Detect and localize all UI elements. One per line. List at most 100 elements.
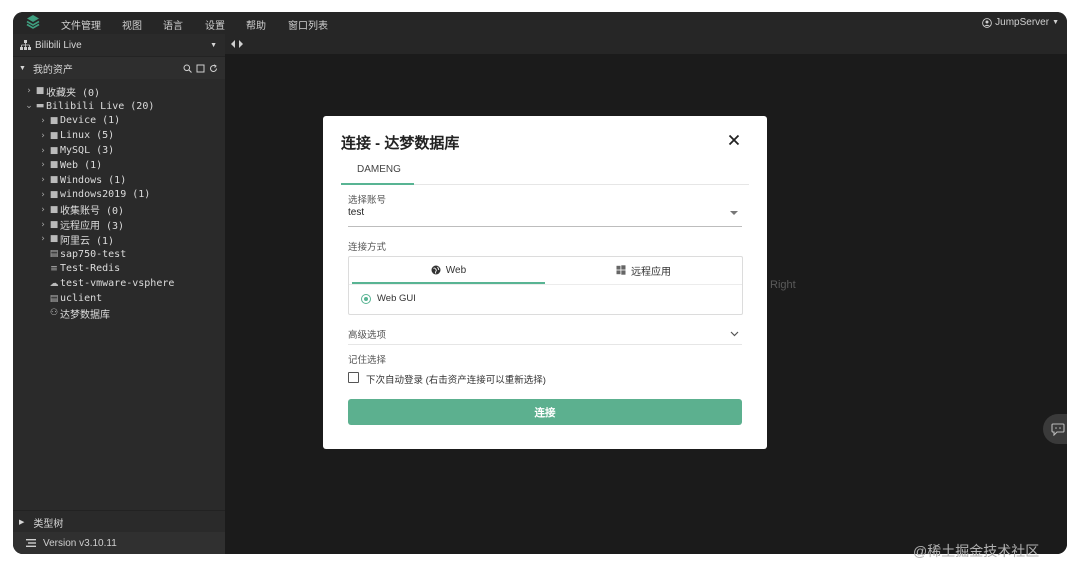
chat-float-button[interactable] xyxy=(1043,414,1067,444)
windows-icon xyxy=(616,265,626,275)
tree-node-label: Linux (5) xyxy=(60,130,115,142)
database-plug-icon: ⚇ xyxy=(49,308,59,319)
folder-icon: ■ xyxy=(49,160,59,171)
tree-node[interactable]: ⌄ ▬ Bilibili Live (20) xyxy=(13,99,225,114)
tree-node-label: test-vmware-vsphere xyxy=(60,278,175,290)
square-icon[interactable] xyxy=(196,64,205,73)
chevron-right-icon[interactable]: › xyxy=(24,86,34,96)
chat-bubble-icon xyxy=(1051,422,1065,436)
remember-label: 记住选择 xyxy=(348,355,387,366)
menu-list-icon[interactable] xyxy=(26,539,36,547)
asset-tree: › ■ 收藏夹 (0) ⌄ ▬ Bilibili Live (20) › ■ Device (1… xyxy=(13,84,225,321)
chevron-down-icon[interactable]: ▼ xyxy=(210,42,217,49)
chevron-down-icon[interactable]: ⌄ xyxy=(24,101,34,111)
tree-node[interactable]: › ■ Web (1) xyxy=(13,158,225,173)
tree-node[interactable]: › ■ 收藏夹 (0) xyxy=(13,84,225,99)
auto-login-checkbox[interactable] xyxy=(348,372,359,383)
folder-open-icon: ▬ xyxy=(35,101,45,112)
project-name: Bilibili Live xyxy=(35,39,82,51)
account-label: 选择账号 xyxy=(348,195,387,206)
menu-help[interactable]: 帮助 xyxy=(246,17,266,32)
project-selector[interactable]: Bilibili Live ▼ xyxy=(13,34,225,57)
tree-node-label: 阿里云 (1) xyxy=(60,235,115,247)
menu-language[interactable]: 语言 xyxy=(163,17,183,32)
connect-method-box: Web 远程应用 Web GUI xyxy=(348,256,743,315)
tree-node[interactable]: › ■ 阿里云 (1) xyxy=(13,232,225,247)
method-tab-web-label: Web xyxy=(445,264,467,276)
cloud-icon: ☁ xyxy=(49,278,59,289)
connect-button[interactable]: 连接 xyxy=(348,399,742,425)
folder-icon: ■ xyxy=(49,204,59,215)
tab-dameng[interactable]: DAMENG xyxy=(357,164,401,175)
collapse-caret-icon[interactable]: ▼ xyxy=(19,65,26,72)
menu-settings[interactable]: 设置 xyxy=(205,17,225,32)
sidebar: Bilibili Live ▼ ▼ 我的资产 › ■ 收藏夹 (0) ⌄ ▬ Bili xyxy=(13,34,225,554)
server-icon: ▤ xyxy=(49,249,59,260)
chevron-right-icon[interactable]: › xyxy=(38,160,48,170)
tree-node[interactable]: › ■ Linux (5) xyxy=(13,128,225,143)
chevron-right-icon[interactable]: › xyxy=(38,116,48,126)
protocol-tabs: DAMENG xyxy=(341,160,749,185)
refresh-icon[interactable] xyxy=(209,63,218,73)
panel-toggle-icon[interactable] xyxy=(230,39,244,49)
version-bar: Version v3.10.11 xyxy=(13,532,225,554)
tree-node[interactable]: › ■ windows2019 (1) xyxy=(13,188,225,203)
tree-node[interactable]: ☁ test-vmware-vsphere xyxy=(13,276,225,291)
menu-bar: 文件管理 视图 语言 设置 帮助 窗口列表 JumpServer ▼ xyxy=(13,12,1067,34)
tree-node-label: 收集账号 (0) xyxy=(60,206,125,218)
web-gui-label: Web GUI xyxy=(377,293,416,304)
tree-node[interactable]: ▤ sap750-test xyxy=(13,247,225,262)
tree-node-label: MySQL (3) xyxy=(60,145,115,157)
tree-node[interactable]: ≡ Test-Redis xyxy=(13,262,225,277)
tree-node[interactable]: › ■ 远程应用 (3) xyxy=(13,217,225,233)
tree-node[interactable]: › ■ MySQL (3) xyxy=(13,143,225,158)
menu-file[interactable]: 文件管理 xyxy=(61,17,101,32)
chevron-right-icon[interactable]: › xyxy=(38,190,48,200)
menu-window-list[interactable]: 窗口列表 xyxy=(288,17,328,32)
tree-node[interactable]: › ■ Device (1) xyxy=(13,114,225,129)
jumpserver-logo-icon xyxy=(26,15,40,29)
chevron-right-icon[interactable]: › xyxy=(38,205,48,215)
method-tab-remote-app[interactable]: 远程应用 xyxy=(545,257,742,283)
method-tab-divider xyxy=(349,284,742,285)
chevron-right-icon[interactable]: › xyxy=(38,220,48,230)
chevron-down-icon xyxy=(730,331,739,337)
tree-node-label: Device (1) xyxy=(60,115,121,127)
type-tree-label: 类型树 xyxy=(33,518,64,530)
tree-node[interactable]: › ■ 收集账号 (0) xyxy=(13,202,225,218)
tab-bar xyxy=(225,34,1067,54)
method-tab-web[interactable]: Web xyxy=(352,257,545,283)
tree-node-label: 收藏夹 (0) xyxy=(46,87,101,99)
caret-down-icon xyxy=(730,211,738,215)
type-tree-section[interactable]: ▶ 类型树 xyxy=(13,510,225,533)
tree-node[interactable]: ⚇ 达梦数据库 xyxy=(13,306,225,321)
user-name: JumpServer xyxy=(995,17,1050,28)
search-icon[interactable] xyxy=(183,64,192,73)
user-menu[interactable]: JumpServer ▼ xyxy=(982,17,1059,28)
method-tab-remote-app-label: 远程应用 xyxy=(631,266,671,278)
right-placeholder-text: Right xyxy=(770,279,796,291)
advanced-options-toggle[interactable]: 高级选项 xyxy=(348,324,742,345)
chevron-right-icon[interactable]: › xyxy=(38,234,48,244)
advanced-options-label: 高级选项 xyxy=(348,330,387,341)
tree-node[interactable]: ▤ uclient xyxy=(13,291,225,306)
folder-icon: ■ xyxy=(49,219,59,230)
web-gui-radio[interactable] xyxy=(361,294,371,304)
tree-node-label: Windows (1) xyxy=(60,174,127,186)
chevron-right-icon[interactable]: › xyxy=(38,146,48,156)
tree-node[interactable]: › ■ Windows (1) xyxy=(13,173,225,188)
menu-view[interactable]: 视图 xyxy=(122,17,142,32)
assets-header: ▼ 我的资产 xyxy=(13,57,225,79)
chevron-right-icon[interactable]: › xyxy=(38,175,48,185)
folder-icon: ■ xyxy=(49,189,59,200)
connect-method-label: 连接方式 xyxy=(348,242,387,253)
org-tree-icon xyxy=(20,40,31,50)
tree-node-label: uclient xyxy=(60,293,103,305)
database-icon: ≡ xyxy=(50,263,58,274)
tree-node-label: Web (1) xyxy=(60,159,103,171)
assets-title: 我的资产 xyxy=(32,64,73,76)
chevron-right-icon[interactable]: › xyxy=(38,131,48,141)
folder-icon: ■ xyxy=(49,115,59,126)
close-icon[interactable] xyxy=(726,132,742,148)
account-select[interactable]: test xyxy=(348,207,742,227)
